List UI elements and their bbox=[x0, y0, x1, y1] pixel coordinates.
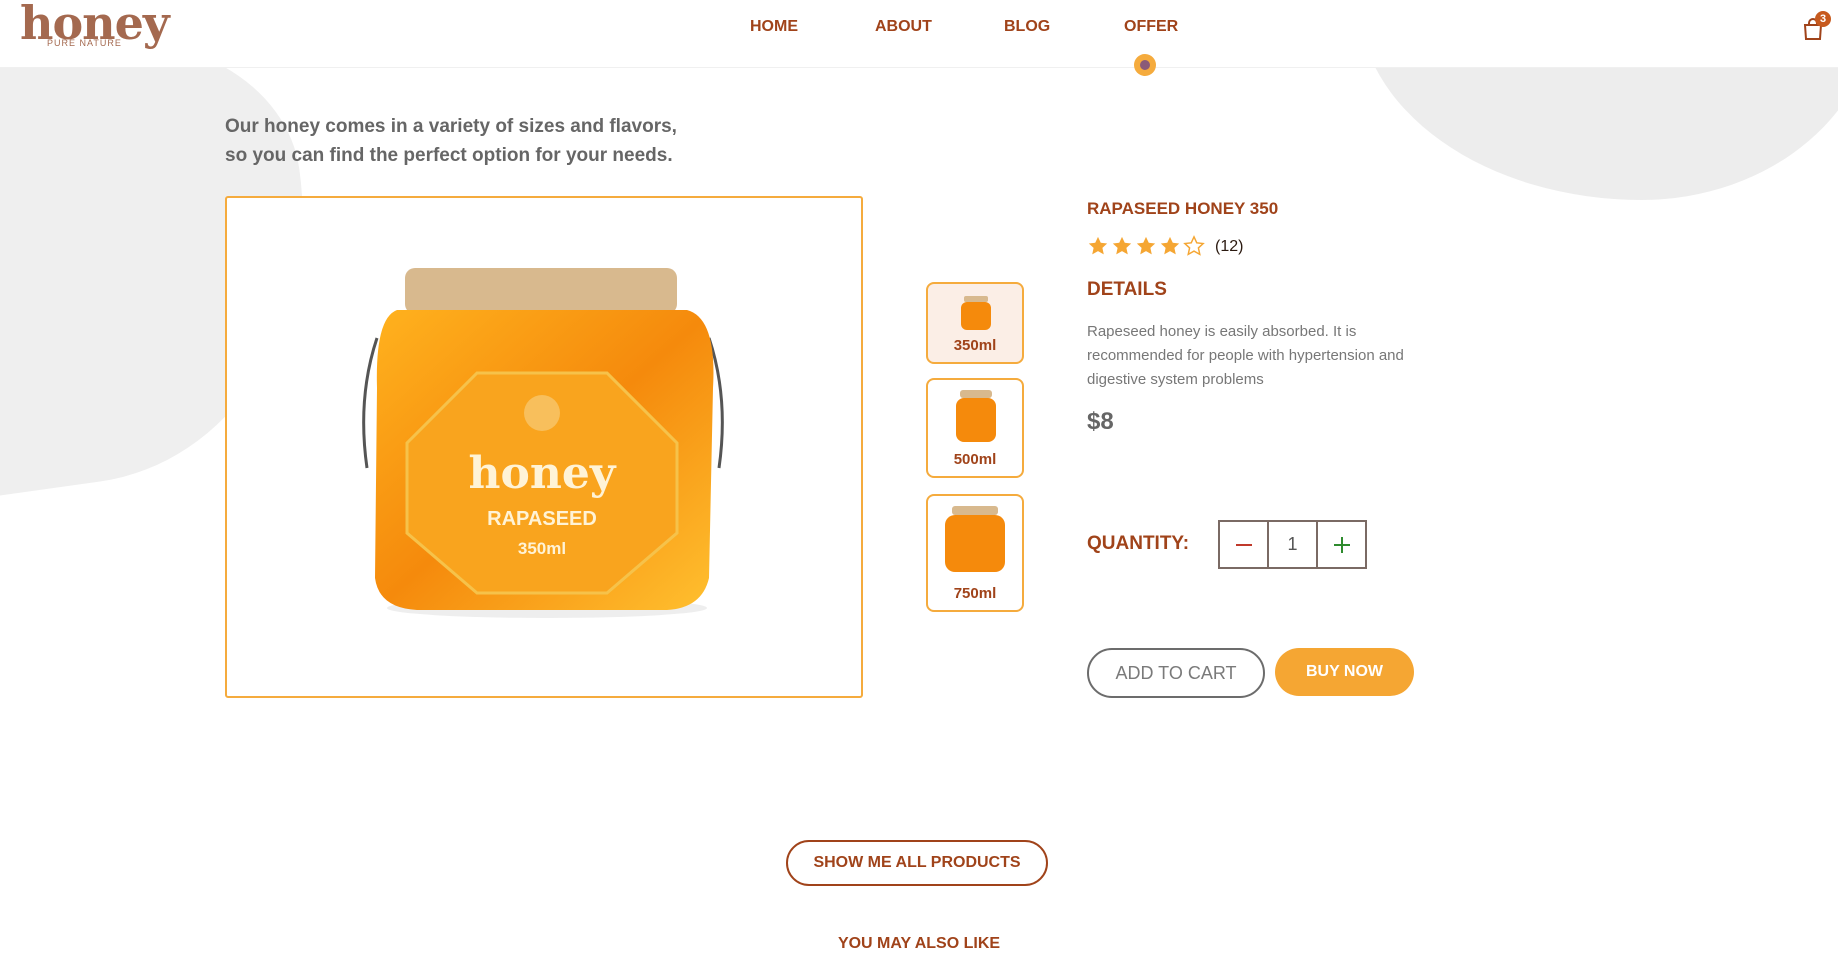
plus-icon bbox=[1333, 536, 1350, 553]
star-filled-icon bbox=[1088, 236, 1108, 255]
intro-text: Our honey comes in a variety of sizes an… bbox=[225, 116, 677, 166]
cart-count-badge: 3 bbox=[1815, 11, 1831, 27]
increase-quantity-button[interactable] bbox=[1318, 522, 1365, 567]
quantity-stepper: 1 bbox=[1218, 520, 1367, 569]
thumbnail-label: 500ml bbox=[953, 451, 997, 468]
star-filled-icon bbox=[1136, 236, 1156, 255]
product-title: RAPASEED HONEY 350 bbox=[1087, 199, 1279, 218]
thumbnail-350ml[interactable]: 350ml bbox=[926, 282, 1024, 364]
nav-about[interactable]: ABOUT bbox=[875, 18, 932, 36]
thumbnail-label: 350ml bbox=[953, 337, 997, 354]
nav-blog[interactable]: BLOG bbox=[1004, 18, 1050, 36]
thumbnail-750ml[interactable]: 750ml bbox=[926, 494, 1024, 612]
thumbnail-500ml[interactable]: 500ml bbox=[926, 378, 1024, 478]
quantity-value[interactable]: 1 bbox=[1267, 522, 1318, 567]
jar-thumbnail-icon bbox=[945, 506, 1005, 572]
site-logo[interactable]: honey PURE NATURE bbox=[20, 0, 170, 50]
active-nav-indicator bbox=[1134, 54, 1156, 76]
add-to-cart-button[interactable]: ADD TO CART bbox=[1087, 648, 1265, 698]
star-outline-icon bbox=[1183, 235, 1205, 256]
rating-stars bbox=[1087, 235, 1205, 257]
jar-thumbnail-icon bbox=[961, 296, 991, 330]
main-product-image: honey RAPASEED 350ml bbox=[225, 196, 863, 698]
thumbnail-label: 750ml bbox=[953, 585, 997, 602]
product-description: Rapeseed honey is easily absorbed. It is… bbox=[1087, 323, 1404, 388]
product-price: $8 bbox=[1087, 408, 1114, 435]
quantity-label: QUANTITY: bbox=[1087, 533, 1190, 554]
minus-icon bbox=[1235, 543, 1252, 546]
nav-offer[interactable]: OFFER bbox=[1124, 18, 1178, 36]
star-filled-icon bbox=[1160, 236, 1180, 255]
jar-variety-text: RAPASEED bbox=[487, 508, 597, 530]
star-filled-icon bbox=[1112, 236, 1132, 255]
honey-jar-image: honey RAPASEED 350ml bbox=[362, 268, 724, 618]
jar-brand-text: honey bbox=[469, 448, 617, 499]
site-header: honey PURE NATURE HOME ABOUT BLOG OFFER … bbox=[0, 0, 1838, 68]
jar-thumbnail-icon bbox=[956, 390, 996, 442]
jar-size-text: 350ml bbox=[518, 539, 566, 558]
decrease-quantity-button[interactable] bbox=[1220, 522, 1267, 567]
you-may-also-like-heading: YOU MAY ALSO LIKE bbox=[837, 935, 1001, 952]
buy-now-button[interactable]: BUY NOW bbox=[1275, 648, 1414, 696]
show-all-products-button[interactable]: SHOW ME ALL PRODUCTS bbox=[786, 840, 1048, 886]
logo-tagline: PURE NATURE bbox=[47, 38, 122, 48]
details-heading: DETAILS bbox=[1087, 279, 1167, 300]
review-count[interactable]: (12) bbox=[1215, 238, 1243, 256]
nav-home[interactable]: HOME bbox=[750, 18, 798, 36]
